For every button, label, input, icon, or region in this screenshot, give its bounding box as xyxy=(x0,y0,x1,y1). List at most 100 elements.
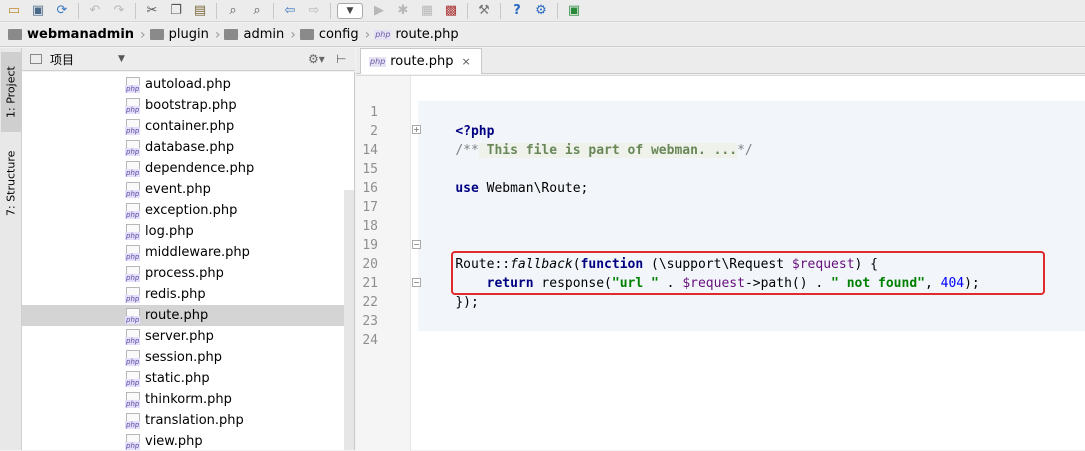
project-view-icon xyxy=(30,54,42,64)
forward-icon[interactable]: ⇨ xyxy=(304,2,324,20)
line-number: 21 xyxy=(362,276,378,291)
php-file-icon: php xyxy=(125,370,141,387)
line-number: 22 xyxy=(362,295,378,310)
breadcrumb-item-config[interactable]: config › xyxy=(299,27,370,43)
fold-expand-icon[interactable]: + xyxy=(412,125,421,134)
breadcrumb-item-admin[interactable]: admin › xyxy=(224,26,296,43)
file-tree-item[interactable]: php database.php xyxy=(22,137,344,158)
php-file-icon: php xyxy=(125,118,141,135)
file-tree-item[interactable]: php thinkorm.php xyxy=(22,389,344,410)
run-config-dropdown[interactable]: ▼ xyxy=(337,2,363,19)
tab-label: route.php xyxy=(390,54,454,69)
copy-icon[interactable]: ❐ xyxy=(166,2,186,20)
close-icon[interactable]: × xyxy=(461,55,470,68)
file-tree-label: view.php xyxy=(145,434,203,449)
line-number: 16 xyxy=(362,181,378,196)
file-tree-item[interactable]: php redis.php xyxy=(22,284,344,305)
undo-icon[interactable]: ↶ xyxy=(85,2,105,20)
open-folder-icon[interactable]: ▭ xyxy=(4,2,24,20)
toolbar-separator xyxy=(330,2,331,19)
php-badge: php xyxy=(125,294,141,303)
gear-icon[interactable]: ⚙▾ xyxy=(308,52,325,66)
structure-tool-tab[interactable]: 7: Structure xyxy=(1,140,21,226)
php-file-icon: php xyxy=(125,307,141,324)
coverage-icon[interactable]: ▦ xyxy=(417,2,437,20)
file-tree-label: bootstrap.php xyxy=(145,98,237,113)
file-tree-item[interactable]: php exception.php xyxy=(22,200,344,221)
help-icon[interactable]: ? xyxy=(507,2,527,20)
file-tree-label: container.php xyxy=(145,119,235,134)
cut-icon[interactable]: ✂ xyxy=(142,2,162,20)
file-tree-item[interactable]: php translation.php xyxy=(22,410,344,431)
collapse-icon[interactable]: ⊢ xyxy=(336,52,346,66)
file-tree-item[interactable]: php autoload.php xyxy=(22,74,344,95)
save-icon[interactable]: ▣ xyxy=(28,2,48,20)
php-icon[interactable]: ⚙ xyxy=(531,2,551,20)
file-tree-item[interactable]: php view.php xyxy=(22,431,344,450)
code-editor[interactable]: 1 2 14 15 16 17 18 19 20 21 22 23 24 + − − <?php /**… xyxy=(356,75,1085,451)
line-number: 19 xyxy=(362,238,378,253)
chevron-down-icon[interactable]: ▼ xyxy=(118,54,125,64)
code-line-19: Route::fallback(function (\support\Reque… xyxy=(455,257,879,272)
file-tree-item[interactable]: php process.php xyxy=(22,263,344,284)
php-file-icon: php xyxy=(374,29,392,40)
file-tree-item[interactable]: php event.php xyxy=(22,179,344,200)
line-number: 14 xyxy=(362,143,378,158)
breadcrumb-item-plugin[interactable]: plugin › xyxy=(149,26,221,43)
toolbar-separator xyxy=(216,2,217,19)
sync-icon[interactable]: ⟳ xyxy=(52,2,72,20)
debug-icon[interactable]: ✱ xyxy=(393,2,413,20)
code-line-2: /** This file is part of webman. ...*/ xyxy=(455,143,753,158)
paste-icon[interactable]: ▤ xyxy=(190,2,210,20)
php-file-icon: php xyxy=(125,328,141,345)
run-icon[interactable]: ▶ xyxy=(369,2,389,20)
file-tree-item[interactable]: php dependence.php xyxy=(22,158,344,179)
php-file-icon: php xyxy=(125,244,141,261)
toolbar-separator xyxy=(467,2,468,19)
chevron-right-icon: › xyxy=(214,26,221,43)
file-tree-item[interactable]: php log.php xyxy=(22,221,344,242)
line-number: 18 xyxy=(362,219,378,234)
find-icon[interactable]: ⌕ xyxy=(223,2,243,20)
fold-collapse-icon[interactable]: − xyxy=(412,278,421,287)
php-file-icon: php xyxy=(125,223,141,240)
file-tree-item[interactable]: php session.php xyxy=(22,347,344,368)
project-tool-tab[interactable]: 1: Project xyxy=(1,52,21,132)
file-tree-label: translation.php xyxy=(145,413,244,428)
chevron-right-icon: › xyxy=(290,26,296,43)
php-file-icon: php xyxy=(125,181,141,198)
file-tree-item[interactable]: php server.php xyxy=(22,326,344,347)
project-panel-header: 项目 ▼ ⚙▾ ⊢ xyxy=(22,48,355,71)
php-file-icon: php xyxy=(125,160,141,177)
settings-icon[interactable]: ⚒ xyxy=(474,2,494,20)
php-badge: php xyxy=(125,441,141,450)
project-tree: php autoload.php php bootstrap.php php contai… xyxy=(22,72,355,450)
file-tree-label: event.php xyxy=(145,182,211,197)
folder-icon xyxy=(299,29,314,40)
fold-collapse-icon[interactable]: − xyxy=(412,240,421,249)
toolbar-separator xyxy=(78,2,79,19)
line-number: 15 xyxy=(362,162,378,177)
back-icon[interactable]: ⇦ xyxy=(280,2,300,20)
breadcrumb: webmanadmin › plugin › admin › config › … xyxy=(0,23,1085,47)
file-tree-item[interactable]: php container.php xyxy=(22,116,344,137)
file-tree-item[interactable]: php static.php xyxy=(22,368,344,389)
file-tree-label: autoload.php xyxy=(145,77,231,92)
file-tree-item[interactable]: php route.php xyxy=(22,305,344,326)
sdk-icon[interactable]: ▣ xyxy=(564,2,584,20)
project-scrollbar[interactable] xyxy=(344,190,354,450)
php-file-icon: php xyxy=(125,391,141,408)
stop-icon[interactable]: ▩ xyxy=(441,2,461,20)
file-tree-label: database.php xyxy=(145,140,235,155)
file-tree-label: static.php xyxy=(145,371,210,386)
project-view-selector[interactable]: 项目 xyxy=(50,51,74,68)
breadcrumb-item-route[interactable]: php route.php xyxy=(374,27,459,42)
file-tree-item[interactable]: php bootstrap.php xyxy=(22,95,344,116)
tab-route-php[interactable]: php route.php × xyxy=(360,48,482,74)
redo-icon[interactable]: ↷ xyxy=(109,2,129,20)
php-badge: php xyxy=(125,168,141,177)
line-number: 24 xyxy=(362,333,378,348)
find-replace-icon[interactable]: ⌕ xyxy=(247,2,267,20)
file-tree-item[interactable]: php middleware.php xyxy=(22,242,344,263)
breadcrumb-item-webmanadmin[interactable]: webmanadmin › xyxy=(8,27,146,43)
